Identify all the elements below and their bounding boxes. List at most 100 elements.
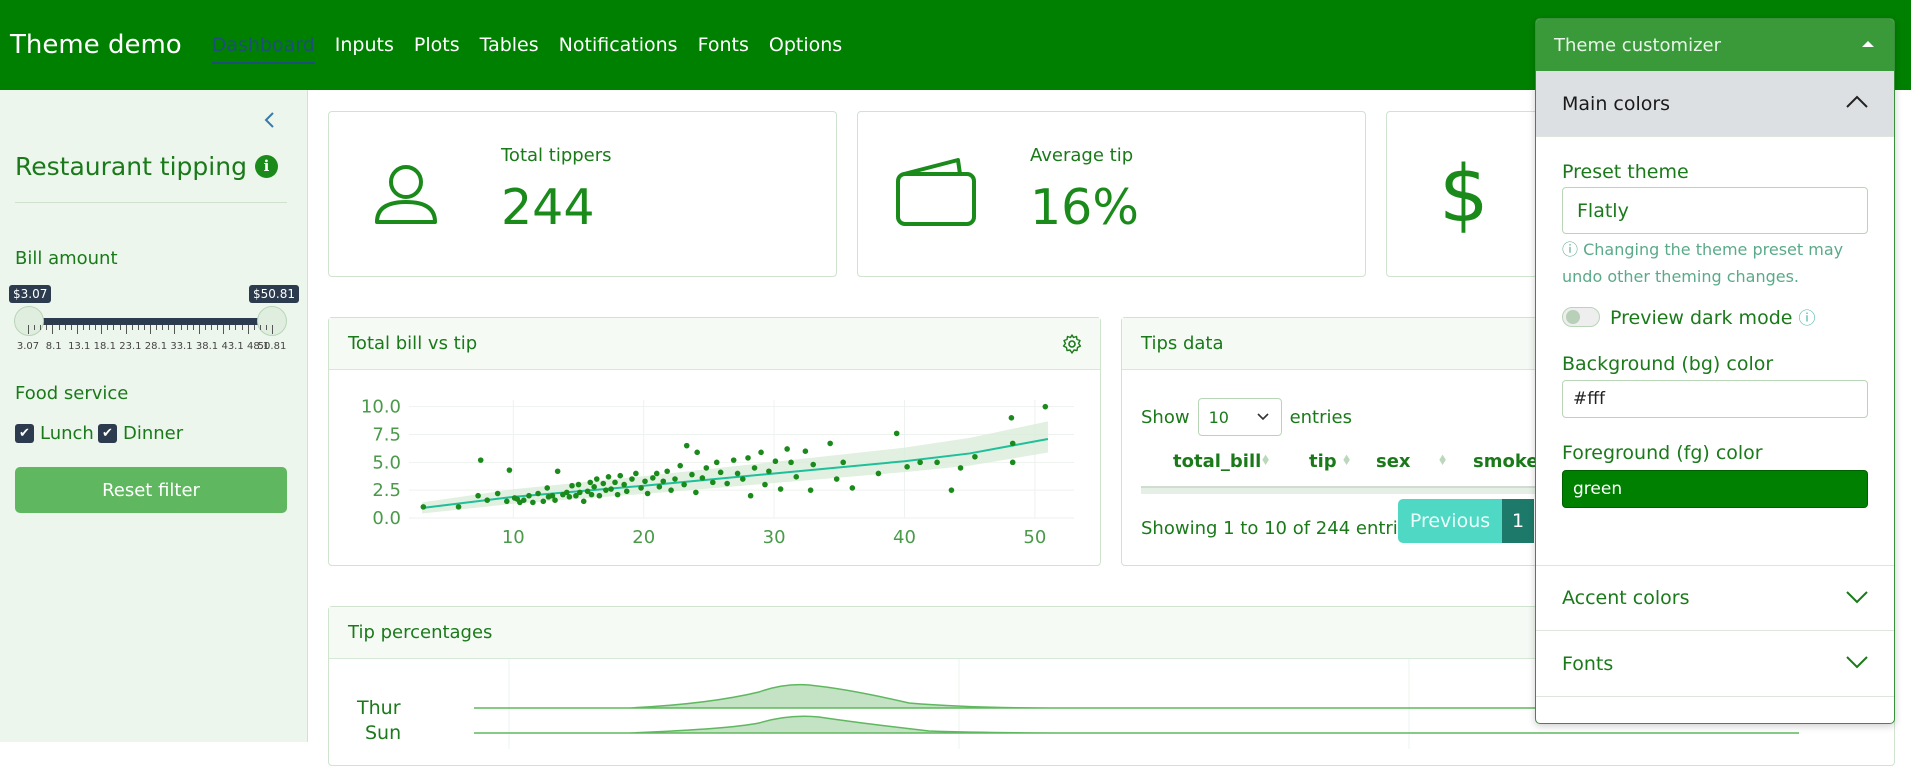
scatter-point [745, 455, 751, 461]
nav-fonts[interactable]: Fonts [698, 34, 749, 56]
gear-icon[interactable] [1062, 334, 1082, 354]
scatter-point [710, 479, 716, 486]
page-size-select[interactable]: 10 [1197, 398, 1282, 436]
slider-min-tag: $3.07 [9, 285, 52, 303]
scatter-point [740, 476, 746, 482]
accordion-fonts[interactable]: Fonts [1536, 631, 1894, 697]
accordion-accent-colors[interactable]: Accent colors [1536, 565, 1894, 631]
previous-page-button[interactable]: Previous [1398, 499, 1502, 543]
preset-help-message: Changing the theme preset may undo other… [1562, 240, 1844, 286]
dollar-icon: $ [1439, 150, 1489, 240]
value-box-value: 16% [1030, 179, 1139, 236]
caret-up-icon[interactable] [1862, 41, 1874, 47]
scatter-point [849, 485, 856, 491]
main-colors-body: Preset theme Flatly ⓘ Changing the theme… [1536, 137, 1894, 565]
lunch-checkbox[interactable]: ✔ Lunch [15, 423, 94, 444]
preset-theme-select[interactable]: Flatly [1562, 187, 1868, 234]
scatter-point [591, 484, 597, 490]
slider-tick-label: 3.07 [16, 341, 40, 352]
x-tick-label: 50 [1023, 527, 1046, 548]
preset-help-text: ⓘ Changing the theme preset may undo oth… [1562, 236, 1862, 290]
slider-tick [125, 325, 127, 334]
nav-plots[interactable]: Plots [414, 34, 460, 56]
sort-icon[interactable]: ⬧ [1343, 449, 1350, 469]
slider-tick [156, 325, 158, 330]
slider-tick [150, 325, 151, 334]
info-icon[interactable]: i [254, 155, 278, 178]
scatter-point [614, 491, 621, 498]
slider-tick [58, 325, 60, 330]
x-tick-label: 20 [632, 527, 655, 548]
scatter-point [580, 498, 587, 505]
slider-tick [143, 325, 145, 330]
page-size-value: 10 [1208, 407, 1229, 427]
chevron-down-icon[interactable] [1846, 655, 1868, 669]
slider-ticks [28, 325, 273, 335]
nav-tables[interactable]: Tables [480, 34, 539, 56]
value-box-label: Average tip [1030, 145, 1134, 166]
page-1-button[interactable]: 1 [1502, 499, 1534, 543]
scatter-point [608, 486, 614, 492]
slider-tick [52, 325, 54, 334]
page-length-control: Show 10 entries [1141, 398, 1352, 436]
nav-inputs[interactable]: Inputs [335, 34, 394, 56]
food-service-label: Food service [15, 383, 129, 404]
x-tick-label: 40 [893, 527, 916, 548]
scatter-card-header: Total bill vs tip [329, 318, 1100, 370]
slider-tick-label: 28.1 [144, 341, 168, 352]
chevron-up-icon[interactable] [1846, 95, 1868, 109]
dinner-checkbox[interactable]: ✔ Dinner [98, 423, 183, 444]
sort-icon[interactable]: ⬧ [1262, 449, 1269, 469]
scatter-point [638, 485, 644, 491]
bg-color-input[interactable]: #fff [1562, 380, 1868, 418]
scatter-point [660, 478, 667, 485]
scatter-point [633, 470, 639, 477]
check-icon[interactable]: ✔ [15, 424, 34, 443]
slider-tick-label: 33.1 [170, 341, 193, 352]
scatter-point [566, 494, 573, 500]
slider-tick [76, 325, 78, 334]
sort-icon[interactable]: ⬧ [1439, 449, 1446, 469]
divider [15, 202, 287, 203]
chevron-down-icon[interactable] [1846, 590, 1868, 604]
scatter-point [544, 485, 551, 491]
scatter-point [807, 487, 814, 493]
column-header-tip[interactable]: tip [1309, 451, 1337, 472]
dark-mode-toggle[interactable] [1562, 307, 1600, 327]
nav-options[interactable]: Options [769, 34, 842, 56]
bill-slider-track[interactable] [28, 318, 272, 325]
scatter-point [569, 482, 575, 489]
bg-color-label: Background (bg) color [1562, 353, 1774, 375]
accordion-main-colors[interactable]: Main colors [1536, 71, 1894, 137]
preset-theme-value: Flatly [1577, 199, 1629, 222]
slider-tick [34, 325, 36, 330]
slider-tick [186, 325, 188, 330]
scatter-point [833, 476, 840, 482]
slider-tick [265, 325, 267, 330]
chevron-left-icon[interactable] [260, 110, 280, 130]
x-tick-label: 10 [502, 527, 525, 548]
fg-color-input[interactable]: green [1562, 470, 1868, 508]
column-header-total-bill[interactable]: total_bill [1173, 451, 1261, 472]
scatter-point [494, 490, 501, 497]
preset-theme-label: Preset theme [1562, 161, 1689, 183]
scatter-point [668, 487, 674, 493]
reset-filter-button[interactable]: Reset filter [15, 467, 287, 513]
info-circle-icon[interactable]: ⓘ [1799, 309, 1816, 329]
nav-notifications[interactable]: Notifications [559, 34, 678, 56]
theme-customizer-panel: Theme customizer Main colors Preset them… [1535, 18, 1895, 724]
nav-dashboard[interactable]: Dashboard [211, 34, 315, 64]
scatter-point [526, 492, 532, 499]
check-icon[interactable]: ✔ [98, 424, 117, 443]
scatter-point [621, 481, 627, 488]
column-header-smoker[interactable]: smoke [1473, 451, 1539, 472]
scatter-point [593, 476, 600, 482]
slider-tick [162, 325, 164, 330]
slider-tick [272, 325, 273, 334]
slider-tick [241, 325, 243, 330]
scatter-point [1009, 440, 1016, 447]
customizer-header[interactable]: Theme customizer [1536, 19, 1894, 71]
column-header-sex[interactable]: sex [1376, 451, 1411, 472]
slider-tick-label: 38.1 [195, 341, 219, 352]
sidebar: Restaurant tipping i Bill amount $3.07 $… [0, 90, 308, 742]
